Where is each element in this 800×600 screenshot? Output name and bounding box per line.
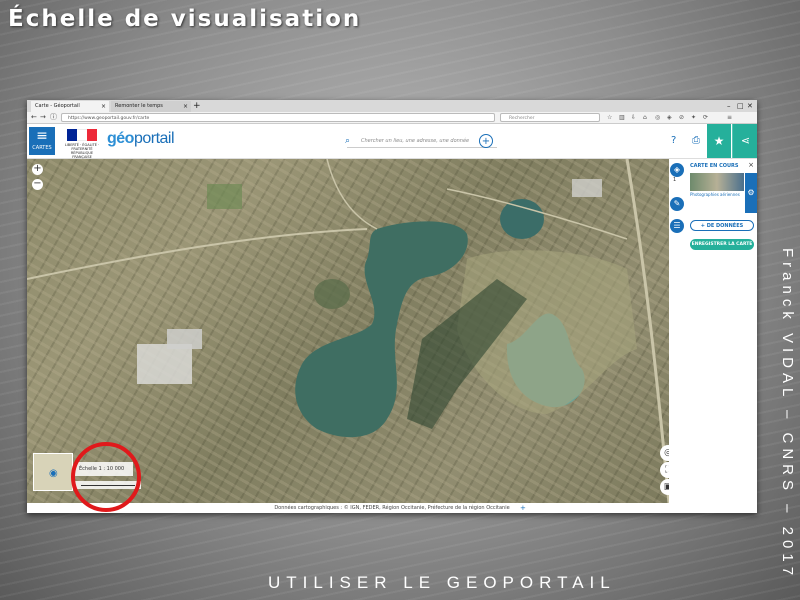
fullscreen-button[interactable]: ⛶ (660, 462, 669, 478)
layers-icon[interactable]: ◈ (670, 163, 684, 177)
window-close-button[interactable]: ✕ (747, 100, 753, 112)
road (326, 159, 378, 230)
map-attribution: Données cartographiques : © IGN, FEDER, … (27, 503, 757, 513)
share-button[interactable]: ⋖ (732, 124, 757, 158)
back-icon[interactable]: ← (31, 112, 37, 123)
gear-icon[interactable]: ⚙ (745, 173, 757, 213)
basin-shape (500, 199, 544, 239)
new-tab-button[interactable]: + (193, 100, 201, 112)
republic-text: LIBERTÉ · ÉGALITÉ · FRATERNITÉ RÉPUBLIQU… (64, 143, 100, 159)
save-map-button[interactable]: ENREGISTRER LA CARTE (690, 239, 754, 250)
library-icon[interactable]: ▥ (619, 113, 625, 122)
maximize-button[interactable]: □ (737, 100, 744, 112)
info-icon[interactable]: ⓘ (50, 112, 57, 123)
overview-minimap[interactable]: ◉ (33, 453, 73, 491)
tab-bar: Carte - Géoportail × Remonter le temps ×… (27, 100, 757, 112)
tools-button[interactable]: ▣ (660, 479, 669, 495)
tab-remonter[interactable]: Remonter le temps × (111, 101, 191, 112)
url-bar[interactable]: https://www.geoportail.gouv.fr/carte (61, 113, 495, 122)
menu-label: CARTES (32, 145, 52, 151)
forward-icon[interactable]: → (40, 112, 46, 123)
wrench-icon[interactable]: ✎ (670, 197, 684, 211)
sync-icon[interactable]: ⟳ (703, 113, 708, 122)
industrial-building (137, 344, 192, 384)
geolocate-button[interactable]: ◎ (660, 445, 669, 461)
advanced-search-button[interactable]: + (479, 134, 493, 148)
cartes-menu-button[interactable]: ≡ CARTES (29, 127, 55, 155)
zoom-in-button[interactable]: + (32, 164, 43, 175)
favorites-star-button[interactable]: ★ (707, 124, 731, 158)
republique-francaise-logo: LIBERTÉ · ÉGALITÉ · FRATERNITÉ RÉPUBLIQU… (63, 129, 101, 159)
building (572, 179, 602, 197)
geoportail-logo[interactable]: géoportail (107, 130, 175, 148)
layer-count: 1 (673, 177, 677, 183)
pocket-icon[interactable]: ◎ (655, 113, 660, 122)
download-icon[interactable]: ⇩ (631, 113, 636, 122)
highlight-circle (71, 442, 141, 512)
close-icon[interactable]: × (183, 101, 188, 112)
industrial-building (167, 329, 202, 349)
shield-icon[interactable]: ◈ (667, 113, 672, 122)
slide-footer: UTILISER LE GEOPORTAIL (268, 573, 616, 592)
browser-search-input[interactable]: Rechercher (500, 113, 600, 122)
layer-name: Photographies aériennes (690, 192, 740, 197)
close-icon[interactable]: × (101, 101, 106, 112)
help-button[interactable]: ? (671, 135, 676, 146)
minimize-button[interactable]: – (727, 100, 731, 112)
extension-icon[interactable]: ✦ (691, 113, 696, 122)
tab-label: Remonter le temps (115, 103, 163, 109)
attribution-text: Données cartographiques : © IGN, FEDER, … (274, 505, 510, 511)
green-area (314, 279, 350, 309)
more-data-button[interactable]: + DE DONNÉES (690, 220, 754, 231)
french-flag-icon (67, 129, 97, 141)
current-map-panel: CARTE EN COURS × Photographies aériennes… (686, 159, 757, 259)
sports-field (207, 184, 242, 209)
browser-window: Carte - Géoportail × Remonter le temps ×… (27, 100, 757, 513)
geoportail-header: ≡ CARTES LIBERTÉ · ÉGALITÉ · FRATERNITÉ … (27, 124, 757, 159)
slide-author: Franck VIDAL – CNRS – 2017 (779, 247, 796, 580)
location-pin-icon: ◉ (49, 468, 58, 479)
hamburger-icon: ≡ (36, 128, 48, 144)
slide-title: Échelle de visualisation (8, 6, 362, 32)
layer-thumbnail[interactable] (690, 173, 744, 191)
star-icon[interactable]: ☆ (607, 113, 612, 122)
legend-list-icon[interactable]: ☰ (670, 219, 684, 233)
road (27, 228, 368, 280)
home-icon[interactable]: ⌂ (643, 113, 647, 122)
attribution-expand-button[interactable]: + (520, 503, 526, 513)
zoom-out-button[interactable]: − (32, 179, 43, 190)
tab-label: Carte - Géoportail (35, 103, 80, 109)
side-toolbar: ◈ 1 ✎ ☰ (669, 159, 685, 503)
tab-carte[interactable]: Carte - Géoportail × (31, 101, 109, 112)
panel-title: CARTE EN COURS (690, 163, 739, 169)
nav-bar: ← → ⓘ https://www.geoportail.gouv.fr/car… (27, 112, 757, 124)
hamburger-menu-icon[interactable]: ≡ (727, 113, 732, 122)
print-icon[interactable]: ⎙ (692, 135, 700, 146)
block-icon[interactable]: ⊘ (679, 113, 684, 122)
close-icon[interactable]: × (748, 161, 754, 169)
place-search-input[interactable]: Chercher un lieu, une adresse, une donné… (347, 134, 497, 148)
